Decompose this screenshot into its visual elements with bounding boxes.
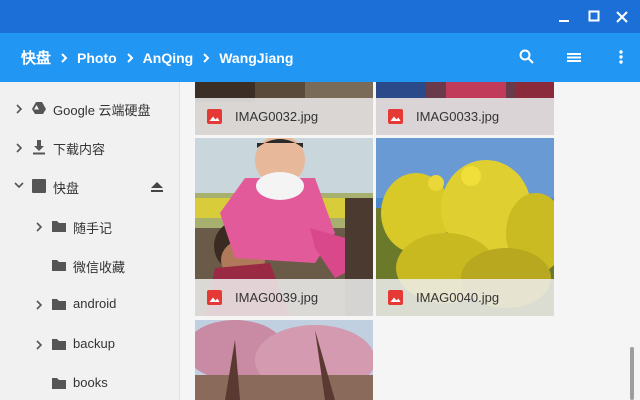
maximize-button[interactable] bbox=[580, 0, 608, 33]
close-button[interactable] bbox=[608, 0, 636, 33]
sidebar-item-android[interactable]: android bbox=[0, 286, 179, 324]
file-caption: IMAG0039.jpg bbox=[195, 279, 373, 316]
eject-icon[interactable] bbox=[150, 181, 164, 193]
file-tile-imag0033[interactable]: IMAG0033.jpg bbox=[376, 82, 554, 135]
folder-icon bbox=[52, 299, 66, 310]
chevron-right-icon bbox=[193, 33, 219, 82]
breadcrumb-item-wangjiang[interactable]: WangJiang bbox=[219, 50, 293, 66]
image-file-icon bbox=[207, 290, 222, 305]
file-name: IMAG0040.jpg bbox=[416, 290, 500, 305]
folder-icon bbox=[52, 378, 66, 389]
file-name: IMAG0032.jpg bbox=[235, 109, 319, 124]
folder-icon bbox=[52, 260, 66, 271]
chevron-right-icon[interactable] bbox=[16, 143, 24, 153]
drive-icon bbox=[32, 102, 46, 114]
sidebar-item-label: android bbox=[73, 296, 117, 311]
more-vert-icon bbox=[619, 50, 623, 64]
folder-icon bbox=[52, 339, 66, 350]
sidebar-item-label: backup bbox=[73, 336, 115, 351]
file-caption: IMAG0033.jpg bbox=[376, 98, 554, 135]
sidebar-item-weixin[interactable]: 微信收藏 bbox=[0, 247, 179, 285]
list-view-icon bbox=[567, 53, 581, 62]
file-tile-imag0040[interactable]: IMAG0040.jpg bbox=[376, 138, 554, 316]
chevron-right-icon[interactable] bbox=[16, 104, 24, 114]
sidebar-item-label: books bbox=[73, 375, 108, 390]
search-button[interactable] bbox=[511, 33, 543, 82]
file-caption: IMAG0032.jpg bbox=[195, 98, 373, 135]
sidebar-item-kuaipan[interactable]: 快盘 bbox=[0, 168, 179, 206]
file-tile-blossom[interactable] bbox=[195, 320, 373, 400]
close-icon bbox=[616, 11, 628, 23]
chevron-right-icon[interactable] bbox=[36, 340, 44, 350]
sidebar-item-label: 微信收藏 bbox=[73, 260, 126, 275]
sidebar-item-backup[interactable]: backup bbox=[0, 326, 179, 364]
chevron-down-icon[interactable] bbox=[14, 182, 24, 190]
sidebar-item-suishouji[interactable]: 随手记 bbox=[0, 208, 179, 246]
window-titlebar[interactable] bbox=[0, 0, 640, 33]
thumbnail-image bbox=[195, 320, 373, 400]
chevron-right-icon bbox=[51, 33, 77, 82]
file-name: IMAG0033.jpg bbox=[416, 109, 500, 124]
folder-icon bbox=[52, 221, 66, 232]
file-tile-imag0032[interactable]: IMAG0032.jpg bbox=[195, 82, 373, 135]
breadcrumb-item-anqing[interactable]: AnQing bbox=[143, 50, 194, 66]
breadcrumb-item-photo[interactable]: Photo bbox=[77, 50, 117, 66]
sidebar-item-label: 快盘 bbox=[53, 181, 80, 196]
sidebar-item-label: Google 云端硬盘 bbox=[53, 103, 151, 118]
download-icon bbox=[33, 140, 45, 155]
image-file-icon bbox=[388, 109, 403, 124]
sidebar-item-downloads[interactable]: 下载内容 bbox=[0, 129, 179, 167]
sidebar-item-label: 下载内容 bbox=[53, 142, 106, 157]
chevron-right-icon bbox=[117, 33, 143, 82]
sidebar-item-google-drive[interactable]: Google 云端硬盘 bbox=[0, 90, 179, 128]
file-name: IMAG0039.jpg bbox=[235, 290, 319, 305]
file-grid: IMAG0032.jpg IMAG0033.jpg IMAG0039.jpg I… bbox=[180, 82, 640, 400]
sidebar-item-books[interactable]: books bbox=[0, 365, 179, 400]
minimize-icon bbox=[559, 20, 569, 22]
breadcrumb: 快盘 Photo AnQing WangJiang bbox=[0, 33, 293, 82]
minimize-button[interactable] bbox=[550, 0, 578, 33]
file-caption: IMAG0040.jpg bbox=[376, 279, 554, 316]
image-file-icon bbox=[207, 109, 222, 124]
more-menu-button[interactable] bbox=[605, 33, 637, 82]
sidebar-item-label: 随手记 bbox=[73, 221, 113, 236]
scrollbar[interactable] bbox=[630, 347, 634, 400]
search-icon bbox=[519, 49, 534, 64]
toolbar: 快盘 Photo AnQing WangJiang bbox=[0, 33, 640, 82]
maximize-icon bbox=[588, 10, 600, 22]
chevron-right-icon[interactable] bbox=[36, 300, 44, 310]
sidebar: Google 云端硬盘 下载内容 快盘 随手记 微信收藏 android bac… bbox=[0, 82, 180, 400]
chevron-right-icon[interactable] bbox=[36, 222, 44, 232]
image-file-icon bbox=[388, 290, 403, 305]
breadcrumb-item-root[interactable]: 快盘 bbox=[21, 47, 51, 68]
drive-square-icon bbox=[32, 179, 46, 193]
view-toggle-button[interactable] bbox=[558, 33, 590, 82]
file-tile-imag0039[interactable]: IMAG0039.jpg bbox=[195, 138, 373, 316]
